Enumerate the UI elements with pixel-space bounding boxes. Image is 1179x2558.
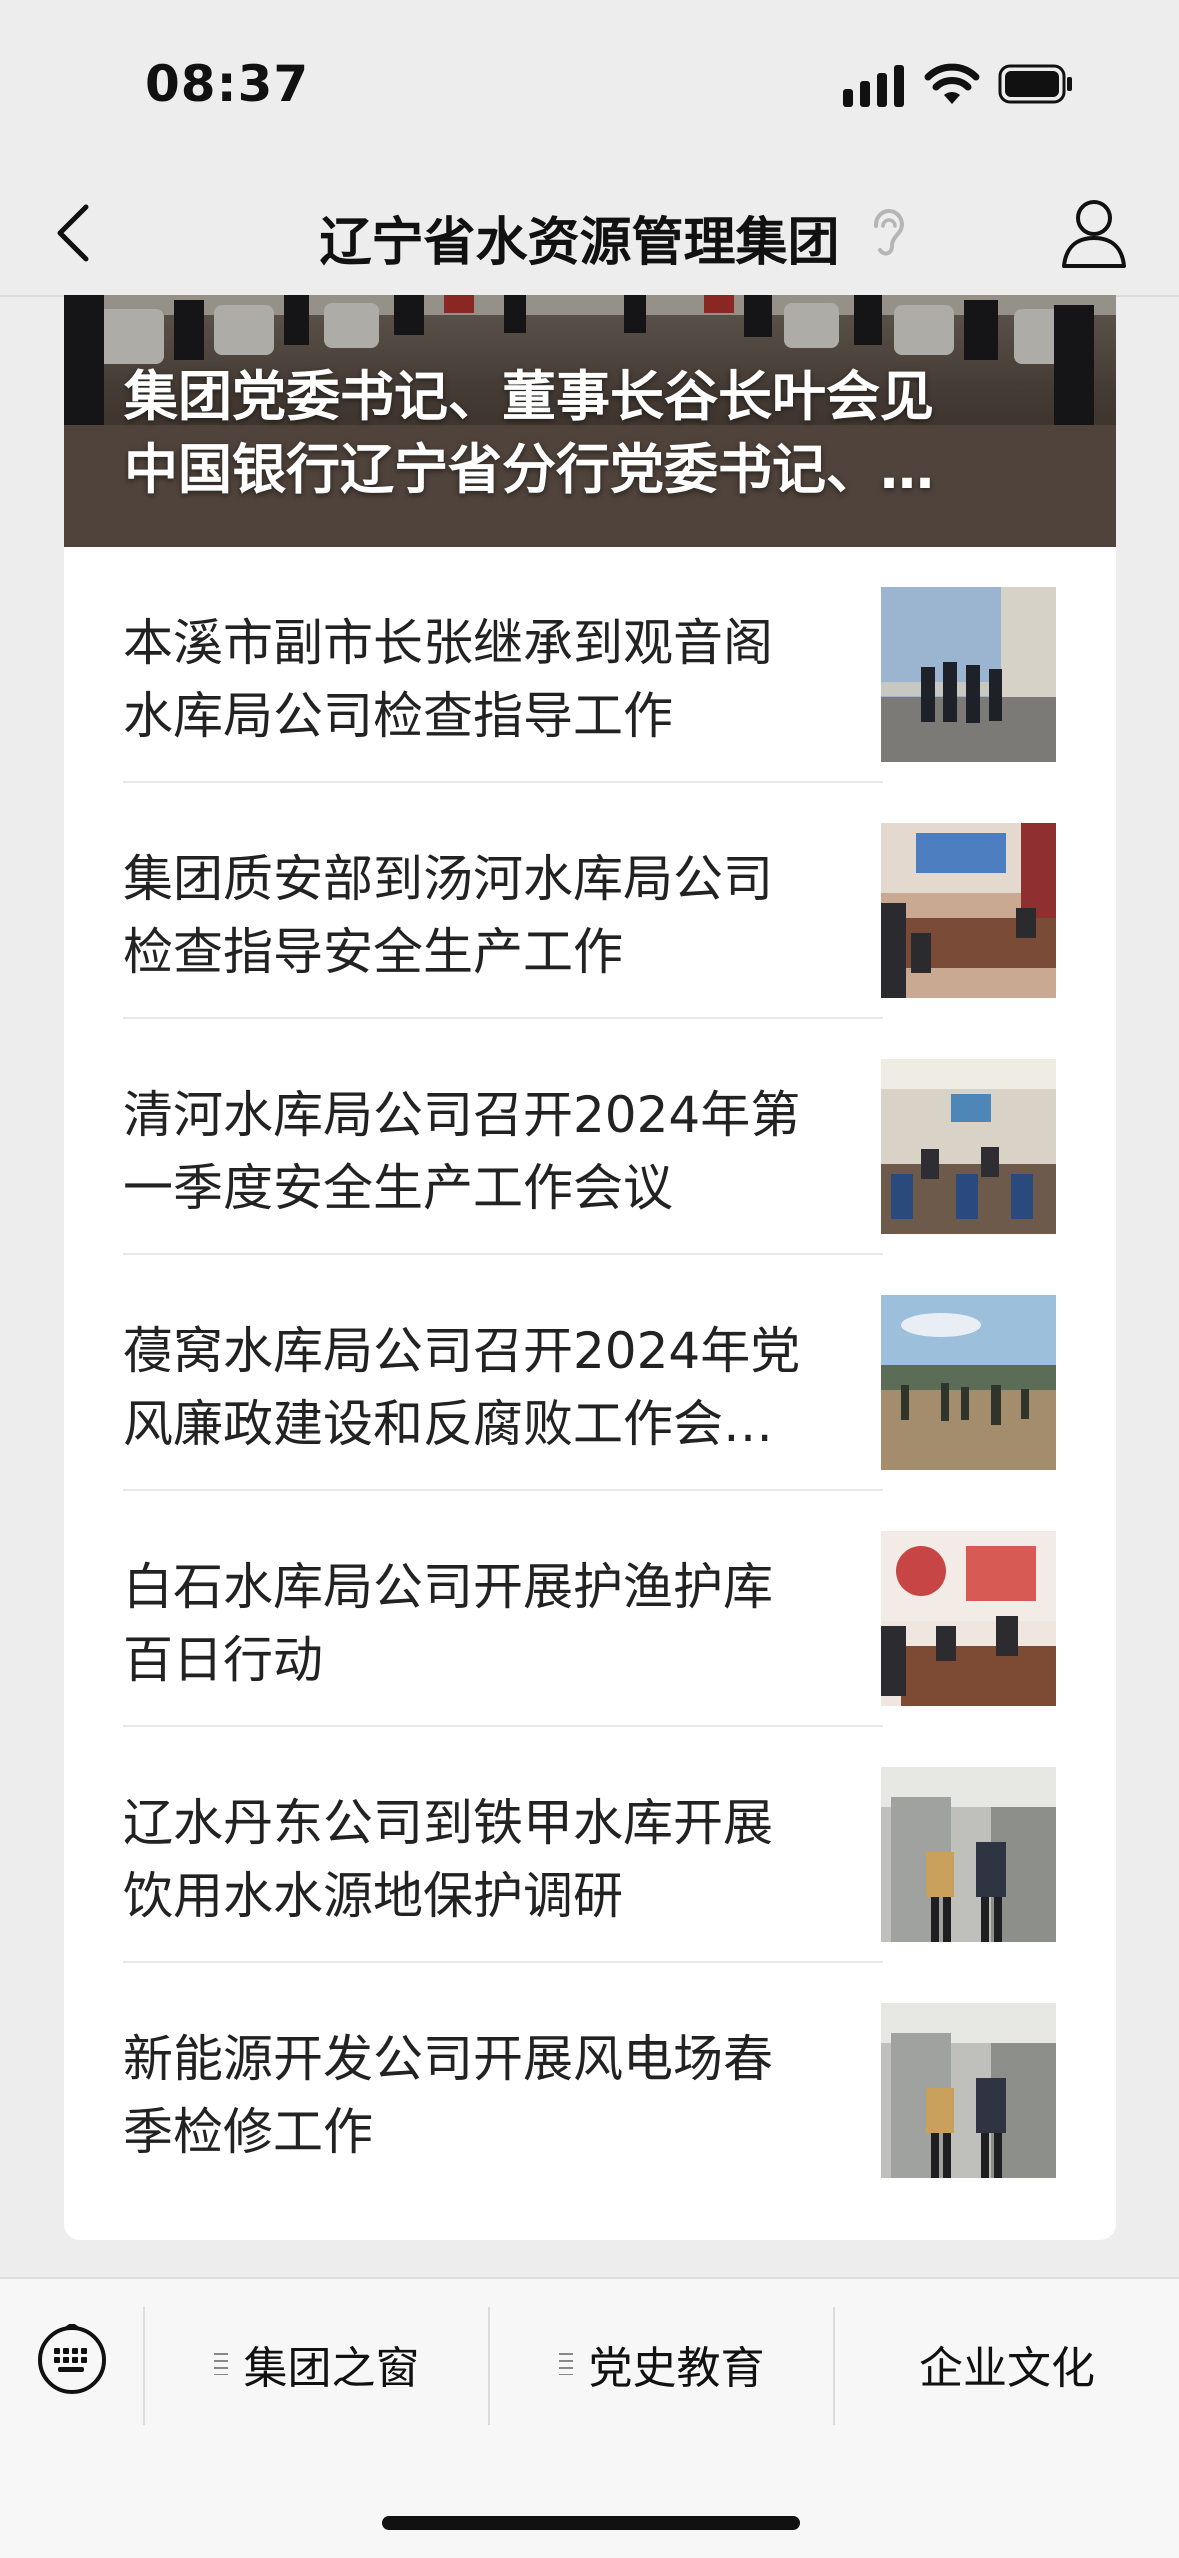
hero-article[interactable]: 集团党委书记、董事长谷长叶会见 中国银行辽宁省分行党委书记、… [64,295,1116,547]
submenu-lines-icon [558,2353,573,2375]
hero-title: 集团党委书记、董事长谷长叶会见 中国银行辽宁省分行党委书记、… [124,360,1074,506]
article-card: 集团党委书记、董事长谷长叶会见 中国银行辽宁省分行党委书记、… 本溪市副市长张继… [64,295,1116,2240]
article-thumbnail [881,587,1056,762]
article-thumbnail [881,1767,1056,1942]
hero-title-line2: 中国银行辽宁省分行党委书记、… [124,438,934,501]
cellular-signal-icon [843,65,905,107]
keyboard-icon[interactable] [36,2324,108,2396]
list-item[interactable]: 葠窝水库局公司召开2024年党 风廉政建设和反腐败工作会… [64,1255,1116,1491]
battery-icon [998,64,1072,104]
status-bar: 08:37 [0,0,1179,170]
list-item[interactable]: 本溪市副市长张继承到观音阁 水库局公司检查指导工作 [64,547,1116,783]
article-title-line1: 辽水丹东公司到铁甲水库开展 [123,1794,773,1852]
article-title-line2: 百日行动 [123,1631,323,1689]
menu-item-corporate-culture[interactable]: 企业文化 [835,2319,1179,2409]
page-title: 辽宁省水资源管理集团 [319,213,840,273]
article-title: 新能源开发公司开展风电场春 季检修工作 [123,2023,893,2169]
article-thumbnail [881,2003,1056,2178]
article-list: 本溪市副市长张继承到观音阁 水库局公司检查指导工作 集团质安部到汤河水库局公司 … [64,547,1116,2199]
article-title: 白石水库局公司开展护渔护库 百日行动 [123,1551,893,1697]
ear-icon [873,208,905,256]
status-time: 08:37 [145,55,310,113]
article-title-line2: 检查指导安全生产工作 [123,923,623,981]
wifi-icon [924,63,980,104]
article-title-line1: 葠窝水库局公司召开2024年党 [123,1322,801,1380]
article-title-line1: 本溪市副市长张继承到观音阁 [123,614,773,672]
article-thumbnail [881,823,1056,998]
list-item[interactable]: 白石水库局公司开展护渔护库 百日行动 [64,1491,1116,1727]
article-thumbnail [881,1531,1056,1706]
article-title: 清河水库局公司召开2024年第 一季度安全生产工作会议 [123,1079,893,1225]
article-title-line1: 新能源开发公司开展风电场春 [123,2030,773,2088]
profile-button[interactable] [1058,192,1130,274]
menu-item-label: 党史教育 [588,2343,765,2394]
list-item[interactable]: 集团质安部到汤河水库局公司 检查指导安全生产工作 [64,783,1116,1019]
menu-item-party-history[interactable]: 党史教育 [490,2319,833,2409]
article-title-line1: 白石水库局公司开展护渔护库 [123,1558,773,1616]
article-title-line1: 清河水库局公司召开2024年第 [123,1086,801,1144]
menu-item-label: 企业文化 [919,2343,1095,2394]
article-thumbnail [881,1295,1056,1470]
list-item[interactable]: 辽水丹东公司到铁甲水库开展 饮用水水源地保护调研 [64,1727,1116,1963]
article-title: 辽水丹东公司到铁甲水库开展 饮用水水源地保护调研 [123,1787,893,1933]
article-thumbnail [881,1059,1056,1234]
list-item[interactable]: 新能源开发公司开展风电场春 季检修工作 [64,1963,1116,2199]
article-title-line1: 集团质安部到汤河水库局公司 [123,850,773,908]
home-indicator[interactable] [382,2516,800,2530]
hero-title-line1: 集团党委书记、董事长谷长叶会见 [124,365,934,428]
article-title-line2: 风廉政建设和反腐败工作会… [123,1395,773,1453]
menu-item-group-window[interactable]: 集团之窗 [145,2319,488,2409]
nav-bar: 辽宁省水资源管理集团 [0,170,1179,297]
article-title-line2: 水库局公司检查指导工作 [123,687,673,745]
submenu-lines-icon [213,2353,228,2375]
article-title: 葠窝水库局公司召开2024年党 风廉政建设和反腐败工作会… [123,1315,893,1461]
article-title-line2: 季检修工作 [123,2103,373,2161]
list-item[interactable]: 清河水库局公司召开2024年第 一季度安全生产工作会议 [64,1019,1116,1255]
article-title-line2: 饮用水水源地保护调研 [123,1867,623,1925]
article-title: 集团质安部到汤河水库局公司 检查指导安全生产工作 [123,843,893,989]
article-title-line2: 一季度安全生产工作会议 [123,1159,673,1217]
menu-item-label: 集团之窗 [243,2343,420,2394]
article-title: 本溪市副市长张继承到观音阁 水库局公司检查指导工作 [123,607,893,753]
